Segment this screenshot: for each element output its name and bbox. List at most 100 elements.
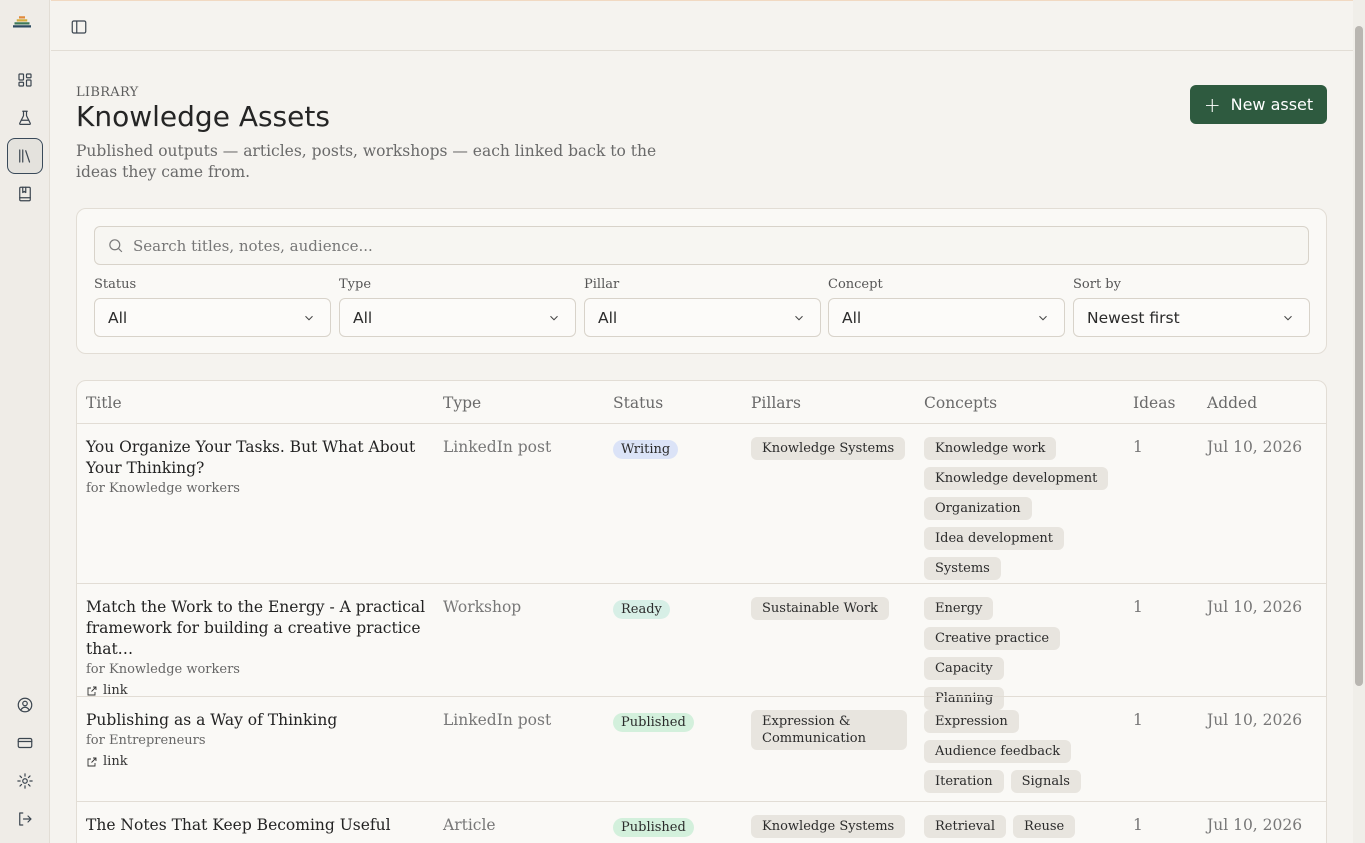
select-value: All: [842, 308, 862, 327]
concept-chip: Signals: [1010, 770, 1081, 793]
sort-select[interactable]: Newest first: [1073, 298, 1310, 337]
status-badge: Published: [613, 713, 694, 732]
page-eyebrow: LIBRARY: [76, 85, 139, 100]
plus-icon: +: [1203, 92, 1221, 117]
billing-icon[interactable]: [7, 725, 43, 761]
row-divider: [77, 583, 1326, 584]
filter-label: Sort by: [1073, 277, 1121, 292]
row-divider: [77, 801, 1326, 802]
concept-chip: Knowledge development: [924, 467, 1109, 490]
status-badge: Published: [613, 818, 694, 837]
concept-chip: Expression: [924, 710, 1019, 733]
ideas-count: 1: [1133, 438, 1143, 456]
sidebar-toggle-icon[interactable]: [67, 15, 91, 39]
concept-chip: Retrieval: [924, 815, 1007, 838]
account-icon[interactable]: [7, 687, 43, 723]
select-value: All: [108, 308, 128, 327]
filter-pillar: Pillar All: [584, 277, 821, 337]
chevron-down-icon: [795, 315, 803, 320]
pillar-chip: Knowledge Systems: [751, 815, 906, 838]
filters-panel: Status All Type All Pillar All Concept A…: [76, 208, 1327, 354]
chevron-down-icon: [1284, 315, 1292, 320]
asset-title[interactable]: You Organize Your Tasks. But What About …: [86, 437, 431, 479]
link-label: link: [103, 754, 128, 769]
column-header-added[interactable]: Added: [1207, 394, 1257, 412]
column-header-title[interactable]: Title: [86, 394, 122, 412]
assets-table: Title Type Status Pillars Concepts Ideas…: [76, 380, 1327, 843]
search-box[interactable]: [94, 226, 1309, 265]
concept-chip: Idea development: [924, 527, 1065, 550]
concept-chip: Planning: [924, 687, 1005, 710]
chevron-down-icon: [305, 315, 313, 320]
flask-icon[interactable]: [7, 100, 43, 136]
ideas-count: 1: [1133, 711, 1143, 729]
external-link-icon: [87, 757, 97, 766]
select-value: All: [598, 308, 618, 327]
type-select[interactable]: All: [339, 298, 576, 337]
chevron-down-icon: [550, 315, 558, 320]
dashboard-icon[interactable]: [7, 62, 43, 98]
asset-audience: for Knowledge workers: [86, 662, 240, 677]
search-input[interactable]: [133, 236, 1308, 255]
added-date: Jul 10, 2026: [1207, 438, 1303, 456]
added-date: Jul 10, 2026: [1207, 598, 1303, 616]
column-header-pillars[interactable]: Pillars: [751, 394, 801, 412]
concept-chip: Audience feedback: [924, 740, 1072, 763]
select-value: Newest first: [1087, 308, 1180, 327]
column-header-ideas[interactable]: Ideas: [1133, 394, 1175, 412]
concept-chip: Systems: [924, 557, 1001, 580]
filter-concept: Concept All: [828, 277, 1065, 337]
library-icon[interactable]: [7, 138, 43, 174]
filter-type: Type All: [339, 277, 576, 337]
new-asset-label: New asset: [1230, 95, 1314, 114]
filter-sort: Sort by Newest first: [1073, 277, 1310, 337]
column-header-type[interactable]: Type: [443, 394, 481, 412]
page-description: Published outputs — articles, posts, wor…: [76, 142, 657, 181]
concept-chip: Capacity: [924, 657, 1004, 680]
filter-label: Type: [339, 277, 372, 292]
concept-chip: Creative practice: [924, 627, 1061, 650]
column-header-concepts[interactable]: Concepts: [924, 394, 997, 412]
asset-title[interactable]: Match the Work to the Energy - A practic…: [86, 597, 431, 660]
settings-icon[interactable]: [7, 763, 43, 799]
pillar-select[interactable]: All: [584, 298, 821, 337]
asset-audience: for Knowledge workers: [86, 481, 240, 496]
pillar-chip: Sustainable Work: [751, 597, 889, 620]
added-date: Jul 10, 2026: [1207, 816, 1303, 834]
status-select[interactable]: All: [94, 298, 331, 337]
added-date: Jul 10, 2026: [1207, 711, 1303, 729]
scrollbar-thumb[interactable]: [1355, 26, 1363, 686]
ideas-count: 1: [1133, 598, 1143, 616]
column-header-status[interactable]: Status: [613, 394, 663, 412]
filter-label: Status: [94, 277, 137, 292]
asset-type: LinkedIn post: [443, 711, 552, 729]
filter-label: Concept: [828, 277, 883, 292]
filter-label: Pillar: [584, 277, 620, 292]
page-scrollbar[interactable]: [1353, 0, 1365, 843]
row-divider: [77, 696, 1326, 697]
sidebar-rail: [0, 0, 50, 843]
status-badge: Writing: [613, 440, 679, 459]
concept-chip: Reuse: [1013, 815, 1076, 838]
header-divider: [77, 423, 1326, 424]
logout-icon[interactable]: [7, 801, 43, 837]
app-logo[interactable]: [13, 14, 37, 34]
concept-chip: Organization: [924, 497, 1032, 520]
page-title: Knowledge Assets: [76, 100, 330, 133]
chevron-down-icon: [1039, 315, 1047, 320]
asset-title[interactable]: Publishing as a Way of Thinking: [86, 710, 431, 731]
pillar-chip: Knowledge Systems: [751, 437, 906, 460]
concept-chip: Energy: [924, 597, 994, 620]
new-asset-button[interactable]: + New asset: [1190, 85, 1327, 124]
concept-chip: Knowledge work: [924, 437, 1057, 460]
asset-title[interactable]: The Notes That Keep Becoming Useful: [86, 815, 431, 836]
asset-link[interactable]: link: [86, 754, 431, 769]
search-icon: [109, 239, 123, 253]
external-link-icon: [87, 686, 97, 695]
select-value: All: [353, 308, 373, 327]
notebook-icon[interactable]: [7, 176, 43, 212]
status-badge: Ready: [613, 600, 670, 619]
concept-chip: Iteration: [924, 770, 1004, 793]
asset-type: Workshop: [443, 598, 522, 616]
concept-select[interactable]: All: [828, 298, 1065, 337]
